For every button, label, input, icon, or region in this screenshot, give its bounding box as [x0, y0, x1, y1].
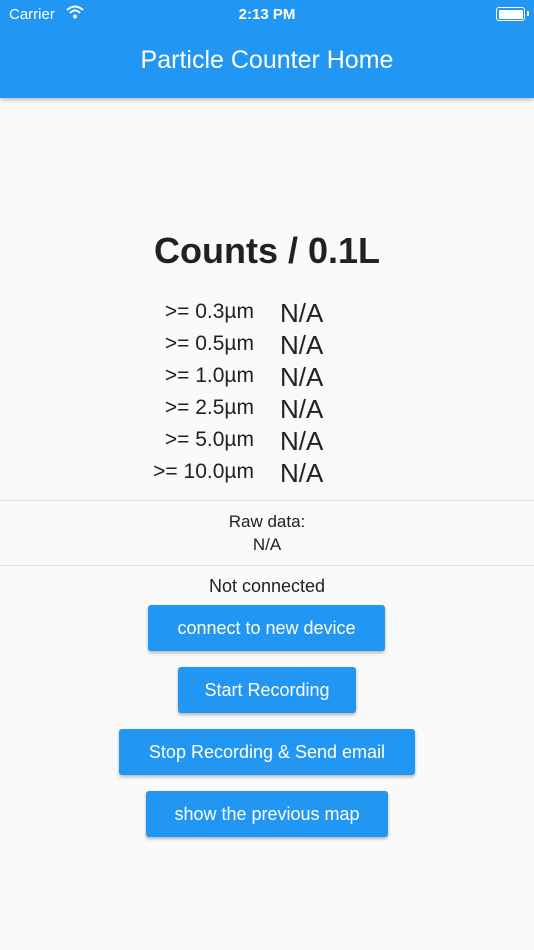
count-row: >= 2.5µm N/A: [0, 394, 534, 426]
count-label: >= 5.0µm: [164, 428, 254, 451]
raw-data-label: Raw data:: [228, 512, 306, 531]
count-label: >= 0.5µm: [164, 332, 254, 355]
count-label: >= 1.0µm: [164, 364, 254, 387]
count-label: >= 10.0µm: [153, 460, 254, 483]
count-value: N/A: [280, 362, 324, 392]
count-label: >= 0.3µm: [164, 300, 254, 323]
app-bar: Carrier 2:13 PM Particle Counter Home: [0, 0, 534, 98]
clock: 2:13 PM: [238, 6, 296, 23]
connect-device-button[interactable]: connect to new device: [148, 605, 385, 651]
counts-heading: Counts / 0.1L: [153, 230, 381, 271]
raw-data-value: N/A: [252, 535, 282, 554]
stop-recording-button[interactable]: Stop Recording & Send email: [119, 729, 415, 775]
count-row: >= 0.3µm N/A: [0, 298, 534, 330]
divider: [0, 565, 534, 566]
count-label: >= 2.5µm: [164, 396, 254, 419]
show-map-button[interactable]: show the previous map: [146, 791, 388, 837]
count-row: >= 1.0µm N/A: [0, 362, 534, 394]
status-bar: Carrier 2:13 PM: [0, 0, 534, 28]
connection-status: Not connected: [208, 576, 326, 596]
battery-icon: [496, 7, 525, 21]
count-value: N/A: [280, 458, 324, 488]
count-row: >= 10.0µm N/A: [0, 458, 534, 490]
count-value: N/A: [280, 298, 324, 328]
page-title: Particle Counter Home: [140, 46, 394, 74]
count-value: N/A: [280, 426, 324, 456]
count-value: N/A: [280, 330, 324, 360]
divider: [0, 500, 534, 501]
count-row: >= 5.0µm N/A: [0, 426, 534, 458]
count-row: >= 0.5µm N/A: [0, 330, 534, 362]
count-value: N/A: [280, 394, 324, 424]
battery-cap: [527, 11, 529, 16]
start-recording-button[interactable]: Start Recording: [178, 667, 356, 713]
